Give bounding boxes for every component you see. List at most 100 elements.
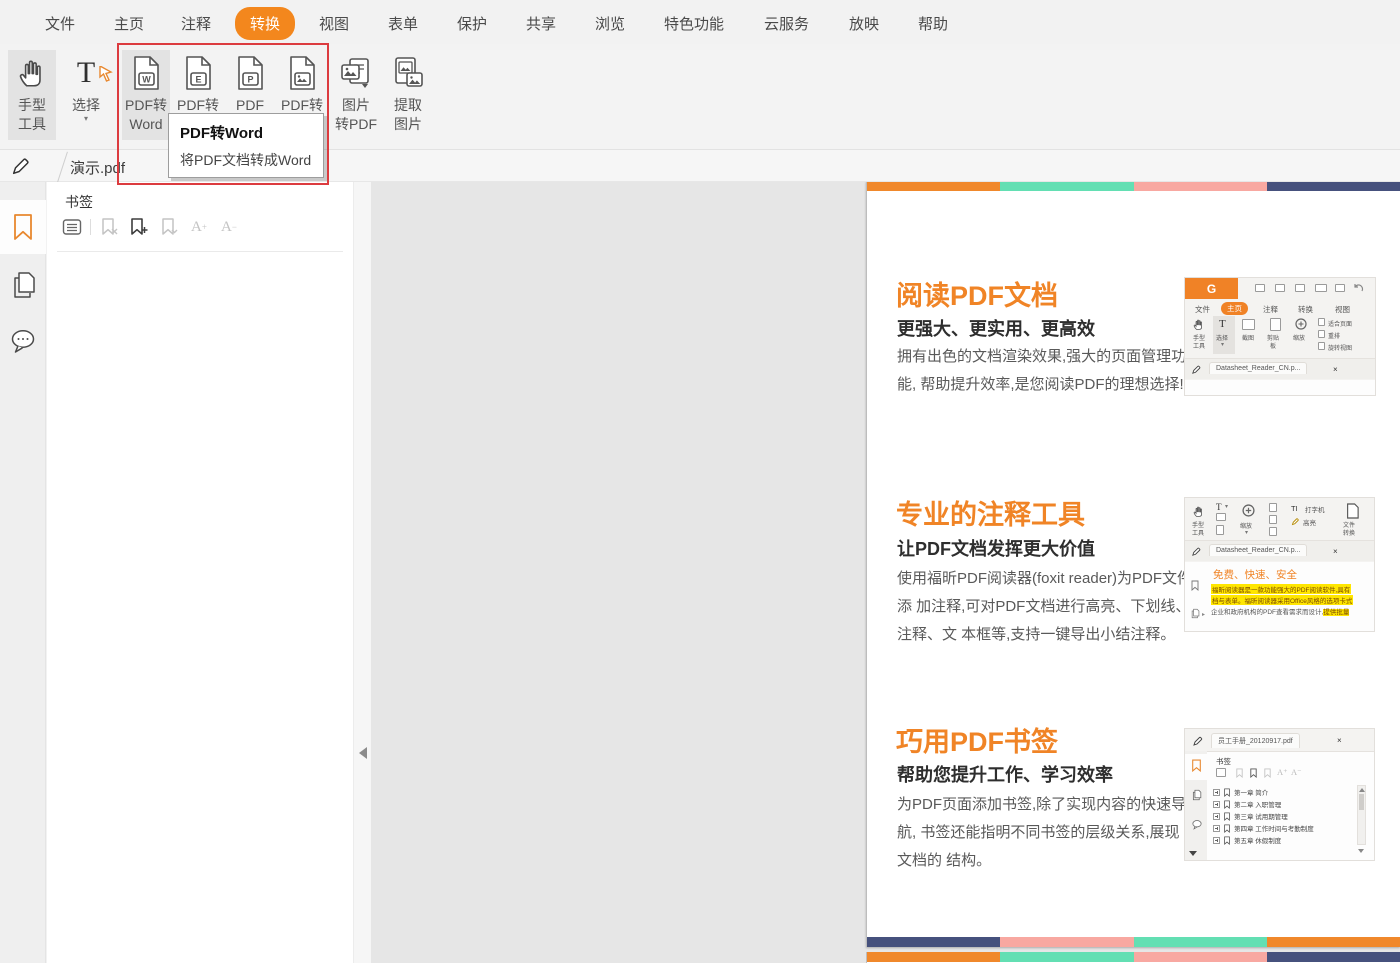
mini-a-plus: A⁺ <box>1277 767 1288 777</box>
menu-tab-help[interactable]: 帮助 <box>918 13 948 34</box>
delete-bookmark-icon[interactable] <box>94 215 124 239</box>
pdf-to-ppt-icon: P <box>234 50 266 96</box>
menu-tab-convert-active[interactable]: 转换 <box>235 7 296 40</box>
page-top-color-bar <box>867 182 1400 191</box>
pdf-to-image-icon <box>286 50 318 96</box>
document-view: 阅读PDF文档 更强大、更实用、更高效 拥有出色的文档渲染效果,强大的页面管理功… <box>371 182 1400 963</box>
mini-doc-title: 免费、快速、安全 <box>1213 569 1297 581</box>
highlighted-line-1: 福昕阅读器是一款功能强大的PDF阅读软件,具有 <box>1211 584 1352 594</box>
comment-icon <box>11 330 35 353</box>
add-bookmark-icon[interactable] <box>124 215 154 239</box>
mini-file-tab: Datasheet_Reader_CN.p... <box>1209 544 1308 556</box>
mini-close-icon: × <box>1333 365 1338 374</box>
menu-tab-share[interactable]: 共享 <box>526 13 556 34</box>
mini-snapshot-label: 截图 <box>1242 336 1255 342</box>
bookmark-chapter-row: 第二章 入职管理 <box>1213 799 1281 809</box>
mini-doc-icon <box>1347 503 1359 519</box>
foxit-reader-window: 文件 主页 注释 转换 视图 表单 保护 共享 浏览 特色功能 云服务 放映 帮… <box>0 0 1400 963</box>
collapse-panel-icon[interactable] <box>359 747 367 759</box>
menu-bar: 文件 主页 注释 转换 视图 表单 保护 共享 浏览 特色功能 云服务 放映 帮… <box>0 0 1400 44</box>
mini-tab-convert: 转换 <box>1298 305 1313 314</box>
mini-hand-label2: 工具 <box>1193 344 1206 350</box>
menu-tab-cloud[interactable]: 云服务 <box>764 13 809 34</box>
screenshot-annotation-tools: 手型 工具 T ▾ 缩放 ▾ TI 打字机 高亮 文件 转换 Datasheet… <box>1184 497 1375 632</box>
screenshot-reader-home: G 文件 主页 注释 转换 视图 手型 工具 T 选择 ▾ 截图 剪贴 板 缩放… <box>1184 277 1376 396</box>
image-to-pdf-icon <box>338 50 374 96</box>
bookmark-icon <box>14 214 32 240</box>
document-tab[interactable]: 演示.pdf <box>70 157 125 178</box>
hand-tool-button[interactable]: 手型 工具 <box>8 50 56 140</box>
mini-tab-home-active: 主页 <box>1221 302 1248 315</box>
tooltip-description: 将PDF文档转成Word <box>180 152 312 168</box>
image-to-pdf-button[interactable]: 图片 转PDF <box>332 50 380 140</box>
mini-file-tab: Datasheet_Reader_CN.p... <box>1209 362 1308 374</box>
bookmark-chapter-row: 第四章 工作时间与考勤制度 <box>1213 823 1314 833</box>
menu-tab-browse[interactable]: 浏览 <box>595 13 625 34</box>
bookmark-panel-title: 书签 <box>65 194 93 210</box>
mini-dd: ▾ <box>1245 530 1249 536</box>
mini-reflow-label: 重排 <box>1328 334 1341 340</box>
decrease-font-icon[interactable]: A − <box>214 215 244 239</box>
mini-a-minus: A⁻ <box>1291 767 1302 777</box>
mini-close-icon: × <box>1337 736 1342 745</box>
image-to-pdf-label-2: 转PDF <box>335 116 377 132</box>
bookmark-chapter-row: 第一章 简介 <box>1213 787 1268 797</box>
mini-highlight-label: 高亮 <box>1303 520 1316 527</box>
mini-hand-icon <box>1193 506 1202 517</box>
pages-icon <box>14 272 35 298</box>
pdf-to-word-button[interactable]: W PDF转 Word <box>122 50 170 140</box>
section3-subheading: 帮助您提升工作、学习效率 <box>897 765 1113 785</box>
mini-bm3 <box>1264 768 1271 778</box>
select-tool-label: 选择 <box>72 97 100 113</box>
section1-body: 拥有出色的文档渲染效果,强大的页面管理功能, 帮助提升效率,是您阅读PDF的理想… <box>897 348 1187 393</box>
pencil-icon <box>10 155 32 182</box>
select-text-icon: T <box>77 50 113 96</box>
panel-splitter[interactable] <box>353 182 371 963</box>
menu-tab-protect[interactable]: 保护 <box>457 13 487 34</box>
toolbar-separator <box>90 219 91 235</box>
sidebar-item-bookmarks[interactable] <box>0 200 46 254</box>
bookmark-chapter-row: 第三章 试用期管理 <box>1213 811 1288 821</box>
mini-scrollbar <box>1357 785 1366 845</box>
menu-tab-comment[interactable]: 注释 <box>181 13 211 34</box>
navigation-icon-strip <box>0 182 46 963</box>
increase-font-icon[interactable]: A + <box>184 215 214 239</box>
bookmark-chapter-row: 第五章 休假制度 <box>1213 835 1281 845</box>
mini-zoom-icon <box>1242 504 1255 517</box>
mini-typewriter-label: 打字机 <box>1305 507 1325 514</box>
select-tool-button[interactable]: T 选择 ▾ <box>62 50 113 140</box>
extract-images-label-1: 提取 <box>394 97 422 113</box>
mini-bm1 <box>1236 768 1243 778</box>
extract-images-button[interactable]: 提取 图片 <box>384 50 432 140</box>
plain-line-3: 企业和政府机构的PDF查看需求而设计,提供批量 <box>1211 609 1350 616</box>
sidebar-item-comments[interactable] <box>0 314 46 368</box>
menu-tab-form[interactable]: 表单 <box>388 13 418 34</box>
hand-tool-label-1: 手型 <box>18 97 46 113</box>
mini-pages-icon <box>1192 789 1202 801</box>
bookmark-panel-toolbar: A + A − <box>57 214 244 240</box>
pdf-to-word-label-1: PDF转 <box>125 97 167 113</box>
mini-conv-label2: 转换 <box>1343 531 1356 537</box>
expand-bookmark-icon[interactable] <box>154 215 184 239</box>
mini-expand-down-icon <box>1189 851 1197 856</box>
mini-tab-comment: 注释 <box>1263 305 1278 314</box>
menu-tab-slideshow[interactable]: 放映 <box>849 13 879 34</box>
menu-tab-features[interactable]: 特色功能 <box>664 13 724 34</box>
pdf-to-word-tooltip: PDF转Word 将PDF文档转成Word <box>168 113 324 178</box>
mini-typewriter: TI <box>1291 504 1298 513</box>
bookmark-options-icon[interactable] <box>57 215 87 239</box>
menu-tab-view[interactable]: 视图 <box>319 13 349 34</box>
section3-heading: 巧用PDF书签 <box>896 727 1058 757</box>
menu-tab-file[interactable]: 文件 <box>45 13 75 34</box>
mini-comment-icon <box>1192 820 1202 830</box>
mini-panel-title: 书签 <box>1216 757 1231 766</box>
mini-fit-label: 适合页面 <box>1328 322 1353 328</box>
panel-divider <box>57 251 343 252</box>
mini-dd: ▾ <box>1225 504 1229 510</box>
mini-zoom-label: 缩放 <box>1293 336 1306 342</box>
page2-top-color-bar <box>867 952 1400 962</box>
mini-file-tab: 员工手册_20120917.pdf <box>1211 733 1300 748</box>
menu-tab-home[interactable]: 主页 <box>114 13 144 34</box>
sidebar-item-pages[interactable] <box>0 258 46 312</box>
mini-highlight-icon <box>1291 518 1299 526</box>
